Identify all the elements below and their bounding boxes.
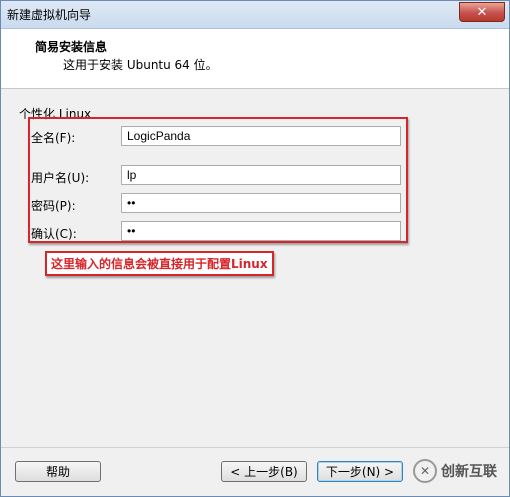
close-button[interactable]: ✕ (459, 2, 505, 22)
page-title: 简易安装信息 (35, 40, 108, 54)
page-subtitle: 这用于安装 Ubuntu 64 位。 (63, 58, 218, 72)
next-button[interactable]: 下一步(N) > (317, 461, 403, 482)
title-bar: 新建虚拟机向导 ✕ (1, 1, 509, 29)
close-icon: ✕ (476, 4, 488, 20)
footer-divider (1, 447, 509, 448)
watermark: ✕ 创新互联 (413, 459, 497, 483)
annotation-highlight-box (28, 117, 408, 243)
brand-logo-icon: ✕ (413, 459, 437, 483)
window-title: 新建虚拟机向导 (7, 8, 92, 22)
annotation-note: 这里输入的信息会被直接用于配置Linux (45, 251, 274, 276)
wizard-window: 新建虚拟机向导 ✕ 简易安装信息 这用于安装 Ubuntu 64 位。 个性化 … (0, 0, 510, 497)
watermark-text: 创新互联 (441, 464, 497, 480)
wizard-header: 简易安装信息 这用于安装 Ubuntu 64 位。 (1, 29, 509, 89)
help-button[interactable]: 帮助 (15, 461, 101, 482)
back-button[interactable]: < 上一步(B) (221, 461, 307, 482)
